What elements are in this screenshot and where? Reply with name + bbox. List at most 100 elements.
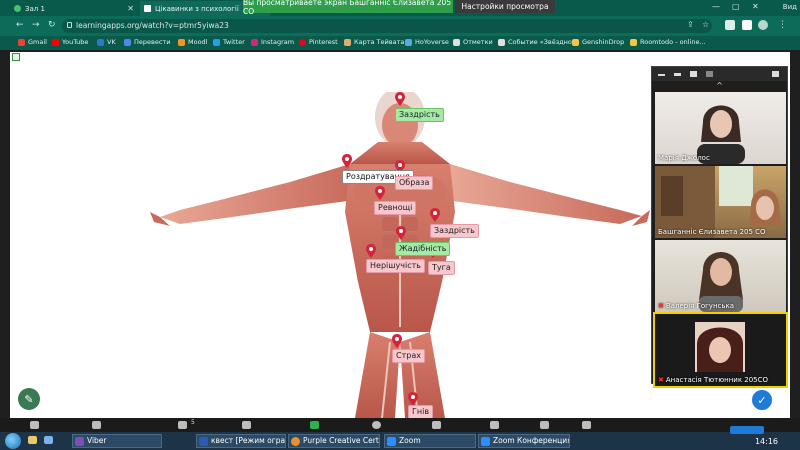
video-camera-icon[interactable]: [92, 421, 101, 429]
emotion-label-fear[interactable]: Страх: [392, 349, 425, 363]
reload-icon[interactable]: ↻: [48, 20, 56, 30]
bookmark-teyvat-map[interactable]: Карта Тейвата: [344, 38, 404, 46]
tab-favicon-icon: [144, 5, 151, 12]
whiteboard-icon[interactable]: [582, 421, 591, 429]
apps-icon[interactable]: [540, 421, 549, 429]
tab-zal[interactable]: Зал 1 ✕: [10, 1, 138, 16]
marker-pin-icon[interactable]: [392, 334, 402, 348]
quick-launch-icon[interactable]: [44, 436, 53, 444]
vk-icon: [97, 38, 104, 46]
windows-start-icon[interactable]: [5, 433, 21, 449]
chevron-up-icon[interactable]: ^: [652, 81, 787, 91]
bookmark-youtube[interactable]: YouTube: [52, 38, 88, 46]
emotion-label-greed[interactable]: Жадібність: [395, 242, 451, 256]
participant-name: Башганніс Єлизавета 205 СО: [658, 228, 766, 236]
bookmarks-bar: Gmail YouTube VK Перевести Moodl Twitter…: [0, 36, 800, 50]
bookmark-event[interactable]: Событие «Звёздно...: [498, 38, 578, 46]
bookmark-moodle[interactable]: Moodl: [178, 38, 208, 46]
extensions-icon[interactable]: [725, 20, 735, 30]
star-icon[interactable]: ☆: [702, 20, 709, 29]
emotion-label-anger[interactable]: Гнів: [408, 405, 434, 419]
browser-icon: [291, 437, 300, 446]
pinterest-icon: [299, 38, 306, 46]
view-options-button[interactable]: Настройки просмотра: [455, 0, 555, 13]
menu-icon[interactable]: ⋮: [778, 20, 787, 30]
microphone-icon[interactable]: [30, 421, 39, 429]
viber-icon: [75, 437, 84, 446]
windows-taskbar: Viber квест [Режим огран... Purple Creat…: [0, 432, 800, 450]
participant-tile[interactable]: Башганніс Єлизавета 205 СО: [655, 166, 786, 238]
close-icon[interactable]: ✕: [752, 2, 759, 11]
tab-search-icon[interactable]: [742, 20, 752, 30]
bookmark-hoyoverse[interactable]: HoYoverse: [405, 38, 449, 46]
muted-mic-icon: ✖: [658, 302, 664, 310]
url-field[interactable]: learningapps.org/watch?v=ptmr5yiwa23: [62, 19, 712, 33]
url-text: learningapps.org/watch?v=ptmr5yiwa23: [76, 21, 229, 30]
instagram-icon: [251, 38, 258, 46]
emotion-label-longing[interactable]: Туга: [428, 261, 455, 275]
taskbar-item-zoom[interactable]: Zoom: [384, 434, 476, 448]
gallery-view-icon[interactable]: [690, 71, 697, 77]
bookmark-vk[interactable]: VK: [97, 38, 116, 46]
twitter-icon: [213, 38, 220, 46]
tab-favicon-icon: [14, 5, 21, 12]
marker-pin-icon[interactable]: [408, 392, 418, 406]
emotion-label-jealousy[interactable]: Ревнощі: [374, 201, 417, 215]
address-bar: ← → ↻ learningapps.org/watch?v=ptmr5yiwa…: [0, 16, 800, 36]
back-arrow-icon[interactable]: ←: [16, 20, 24, 30]
chat-icon[interactable]: [242, 421, 251, 429]
zoom-panel-toolbar: [652, 67, 787, 81]
explorer-icon[interactable]: [28, 436, 37, 444]
emotion-label-envy-2[interactable]: Заздрість: [430, 224, 479, 238]
marker-pin-icon[interactable]: [396, 226, 406, 240]
marker-pin-icon[interactable]: [430, 208, 440, 222]
share-icon[interactable]: ⇪: [687, 20, 694, 29]
emotion-label-indecision[interactable]: Нерішучість: [366, 259, 426, 273]
taskbar-item-zoom-conference[interactable]: Zoom Конференция...: [478, 434, 570, 448]
minimize-icon[interactable]: —: [712, 2, 720, 11]
avatar[interactable]: [758, 20, 768, 30]
tray-notification[interactable]: [730, 426, 764, 434]
bookmark-genshindrop[interactable]: GenshinDrop: [572, 38, 624, 46]
bookmark-twitter[interactable]: Twitter: [213, 38, 245, 46]
minimize-icon[interactable]: [658, 74, 665, 76]
marker-pin-icon[interactable]: [375, 186, 385, 200]
participant-tile[interactable]: ✖ Анастасія Тютюнник 205СО: [653, 312, 788, 388]
bookmark-translate[interactable]: Перевести: [124, 38, 170, 46]
check-icon[interactable]: ✓: [750, 388, 774, 412]
grid-view-icon[interactable]: [706, 71, 713, 77]
bookmark-marks[interactable]: Отметки: [453, 38, 493, 46]
participants-icon[interactable]: [178, 421, 187, 429]
participant-tile[interactable]: ✖ Валерія Гогунська: [655, 240, 786, 312]
forward-arrow-icon[interactable]: →: [32, 20, 40, 30]
taskbar-item-chrome[interactable]: Purple Creative Certi...: [288, 434, 380, 448]
close-icon[interactable]: ✕: [127, 4, 134, 13]
bookmark-pinterest[interactable]: Pinterest: [299, 38, 338, 46]
emotion-label-envy[interactable]: Заздрість: [395, 108, 444, 122]
genshindrop-icon: [572, 38, 579, 46]
translate-icon: [124, 38, 131, 46]
bookmark-instagram[interactable]: Instagram: [251, 38, 294, 46]
reactions-icon[interactable]: [490, 421, 499, 429]
taskbar-item-viber[interactable]: Viber: [72, 434, 162, 448]
maximize-icon[interactable]: ▢: [732, 2, 740, 11]
speaker-view-icon[interactable]: [674, 73, 681, 76]
fullscreen-icon[interactable]: [12, 53, 20, 61]
participants-count: 5: [191, 419, 195, 426]
pencil-icon[interactable]: ✎: [18, 388, 40, 410]
zoom-participants-panel: ^ Марія Джолос Башганніс Єлизавета 205 С…: [651, 66, 788, 388]
word-icon: [199, 437, 208, 446]
bookmark-gmail[interactable]: Gmail: [18, 38, 47, 46]
marker-pin-icon[interactable]: [366, 244, 376, 258]
emotion-label-resentment[interactable]: Образа: [395, 176, 434, 190]
bookmark-roomtodo[interactable]: Roomtodo - online...: [630, 38, 706, 46]
view-label[interactable]: Вид: [783, 3, 797, 11]
marker-pin-icon[interactable]: [342, 154, 352, 168]
share-screen-icon[interactable]: [310, 421, 319, 429]
record-icon[interactable]: [372, 421, 381, 429]
participant-tile[interactable]: Марія Джолос: [655, 92, 786, 164]
taskbar-item-word[interactable]: квест [Режим огран...: [196, 434, 286, 448]
exit-fullscreen-icon[interactable]: [772, 71, 779, 77]
marker-pin-icon[interactable]: [395, 92, 405, 106]
captions-icon[interactable]: [432, 421, 441, 429]
